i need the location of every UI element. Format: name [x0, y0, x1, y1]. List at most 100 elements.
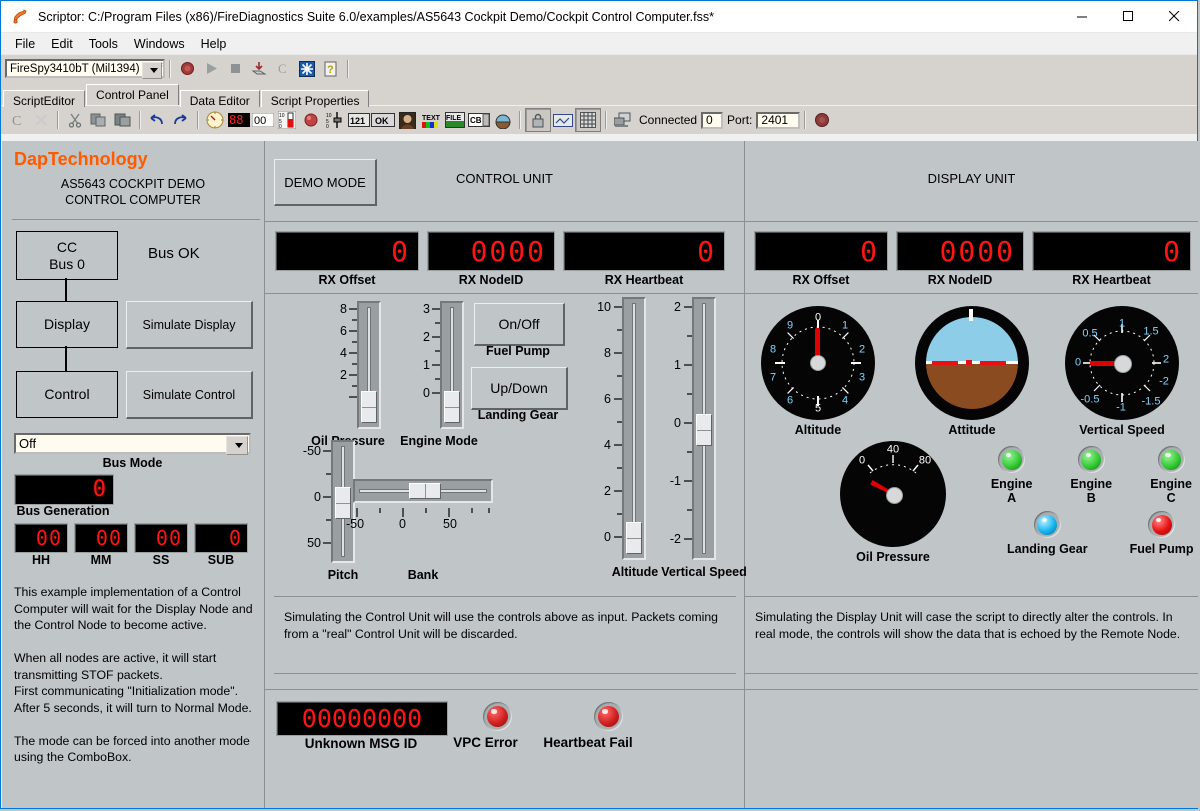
svg-text:C: C [278, 61, 287, 76]
text-color-icon[interactable]: TEXT [419, 109, 443, 131]
slider-scale-icon[interactable]: 10 5 0 [323, 109, 347, 131]
control-rx-nodeid-value: 0000 [470, 234, 546, 268]
control-rx-group: 0 RX Offset 0000 RX NodeID 0 RX Heartbea… [275, 231, 725, 287]
gauge-icon[interactable] [203, 109, 227, 131]
control-rx-offset-value: 0 [391, 234, 410, 268]
tab-data-editor[interactable]: Data Editor [179, 90, 260, 108]
x-cross-icon[interactable] [29, 109, 53, 131]
port-label: Port: [727, 113, 753, 127]
application-window: Scriptor: C:/Program Files (x86)/FireDia… [0, 0, 1198, 809]
snowflake-icon[interactable] [296, 58, 318, 79]
paste-icon[interactable] [111, 109, 135, 131]
tab-script-properties[interactable]: Script Properties [260, 90, 370, 108]
altitude-tick-8: 8 [604, 346, 611, 360]
bus-mode-chevron-down-icon[interactable] [226, 436, 248, 455]
play-button[interactable] [200, 58, 222, 79]
oil-pressure-slider[interactable]: 8 6 4 2 Oil Pressure [311, 301, 385, 448]
altitude-slider[interactable]: 10 8 6 4 2 0 Altitude [584, 297, 658, 579]
engine-a-led [1001, 449, 1022, 470]
time-field-sub: 0 SUB [194, 523, 248, 567]
dome-icon[interactable] [491, 109, 515, 131]
bus-mode-select[interactable]: Off [14, 433, 251, 455]
engine-c-led [1161, 449, 1182, 470]
menu-help[interactable]: Help [193, 35, 235, 53]
stop-button[interactable] [224, 58, 246, 79]
maximize-button[interactable] [1105, 1, 1151, 32]
undo-arrow-icon[interactable] [145, 109, 169, 131]
menu-file[interactable]: File [7, 35, 43, 53]
connected-count-field[interactable]: 0 [701, 111, 724, 129]
vpc-error-label: VPC Error [453, 735, 518, 750]
control-rx-heartbeat-label: RX Heartbeat [604, 273, 684, 287]
led-round-icon[interactable] [299, 109, 323, 131]
tab-control-panel[interactable]: Control Panel [86, 84, 179, 105]
grid-icon[interactable] [575, 108, 601, 132]
unknown-msg-id-value: 00000000 [301, 704, 423, 733]
minimize-button[interactable] [1059, 1, 1105, 32]
time-hh-label: HH [31, 553, 51, 567]
resize-icon[interactable] [551, 109, 575, 131]
device-select[interactable]: FireSpy3410bT (Mil1394) - offline [5, 59, 165, 79]
fuel-pump-led [1151, 514, 1172, 535]
seven-segment-icon[interactable]: 88 [227, 109, 251, 131]
display-unit-note: Simulating the Display Unit will case th… [755, 610, 1181, 641]
compile-c-button[interactable]: C [5, 109, 29, 131]
simulate-display-button[interactable]: Simulate Display [126, 301, 253, 349]
vpc-error-indicator: VPC Error [453, 702, 523, 750]
picture-icon[interactable] [395, 109, 419, 131]
engine-mode-slider[interactable]: 3 2 1 0 Engine Mode [400, 301, 478, 448]
pitch-slider[interactable]: -50 0 50 Pitch [287, 440, 358, 582]
node-cc-bus0[interactable]: CC Bus 0 [16, 231, 118, 280]
unknown-msg-id-label: Unknown MSG ID [304, 736, 418, 751]
redo-arrow-icon[interactable] [169, 109, 193, 131]
ok-button-icon[interactable]: OK [371, 109, 395, 131]
chevron-down-icon[interactable] [142, 62, 162, 79]
fuel-pump-indicator: Fuel Pump [1130, 511, 1193, 556]
help-doc-icon[interactable]: ? [320, 58, 342, 79]
close-button[interactable] [1151, 1, 1197, 32]
pitch-tick-neg50: -50 [302, 444, 321, 458]
number-box-icon[interactable]: 121 [347, 109, 371, 131]
record-remote-icon[interactable] [810, 109, 834, 131]
node-display[interactable]: Display [16, 301, 118, 348]
oil-pressure-gauge: 40 0 80 Oil Pressure [840, 441, 946, 564]
rx-offset-field: 0 RX Offset [275, 231, 419, 287]
port-field[interactable]: 2401 [756, 111, 801, 129]
network-computer-icon[interactable] [611, 109, 635, 131]
rx-nodeid-field: 0000 RX NodeID [427, 231, 555, 287]
engine-c-label: Engine C [1150, 477, 1192, 505]
record-button[interactable] [176, 58, 198, 79]
bank-slider[interactable]: -50 0 50 Bank [346, 479, 493, 582]
svg-text:0: 0 [279, 124, 282, 129]
number-00-icon[interactable]: 00 [251, 109, 275, 131]
node-connector-1 [65, 278, 67, 301]
fuel-pump-caption: Fuel Pump [486, 344, 550, 358]
download-icon[interactable] [248, 58, 270, 79]
lock-icon[interactable] [525, 108, 551, 132]
heartbeat-fail-label: Heartbeat Fail [543, 735, 633, 750]
engine-a-label: Engine A [990, 477, 1033, 505]
heartbeat-fail-led [597, 706, 619, 727]
scissors-icon[interactable] [63, 109, 87, 131]
svg-text:121: 121 [350, 116, 365, 126]
control-unit-column: DEMO MODE CONTROL UNIT 0 RX Offset 0000 … [265, 141, 747, 808]
tab-script-editor[interactable]: ScriptEditor [3, 90, 86, 108]
menu-edit[interactable]: Edit [43, 35, 81, 53]
device-toolbar: FireSpy3410bT (Mil1394) - offline C ? [1, 54, 1197, 82]
simulate-control-button[interactable]: Simulate Control [126, 371, 253, 419]
fuel-pump-button[interactable]: On/Off [474, 303, 565, 346]
copy-icon[interactable] [87, 109, 111, 131]
menu-windows[interactable]: Windows [126, 35, 193, 53]
vs-tick-0: 0 [674, 416, 681, 430]
vs-tick-neg2: -2 [669, 532, 681, 546]
combobox-icon[interactable]: CB [467, 109, 491, 131]
landing-gear-button[interactable]: Up/Down [471, 367, 568, 410]
vertical-speed-slider[interactable]: 2 1 0 -1 -2 Vertical Speed [661, 297, 747, 579]
node-control[interactable]: Control [16, 371, 118, 418]
compile-c-icon[interactable]: C [272, 58, 294, 79]
file-icon[interactable]: FILE [443, 109, 467, 131]
display-unit-column: DISPLAY UNIT 0 RX Offset 0000 RX NodeID … [745, 141, 1198, 808]
menu-tools[interactable]: Tools [81, 35, 126, 53]
pitch-tick-50: 50 [307, 536, 321, 550]
thermometer-icon[interactable]: 10 5 0 [275, 109, 299, 131]
